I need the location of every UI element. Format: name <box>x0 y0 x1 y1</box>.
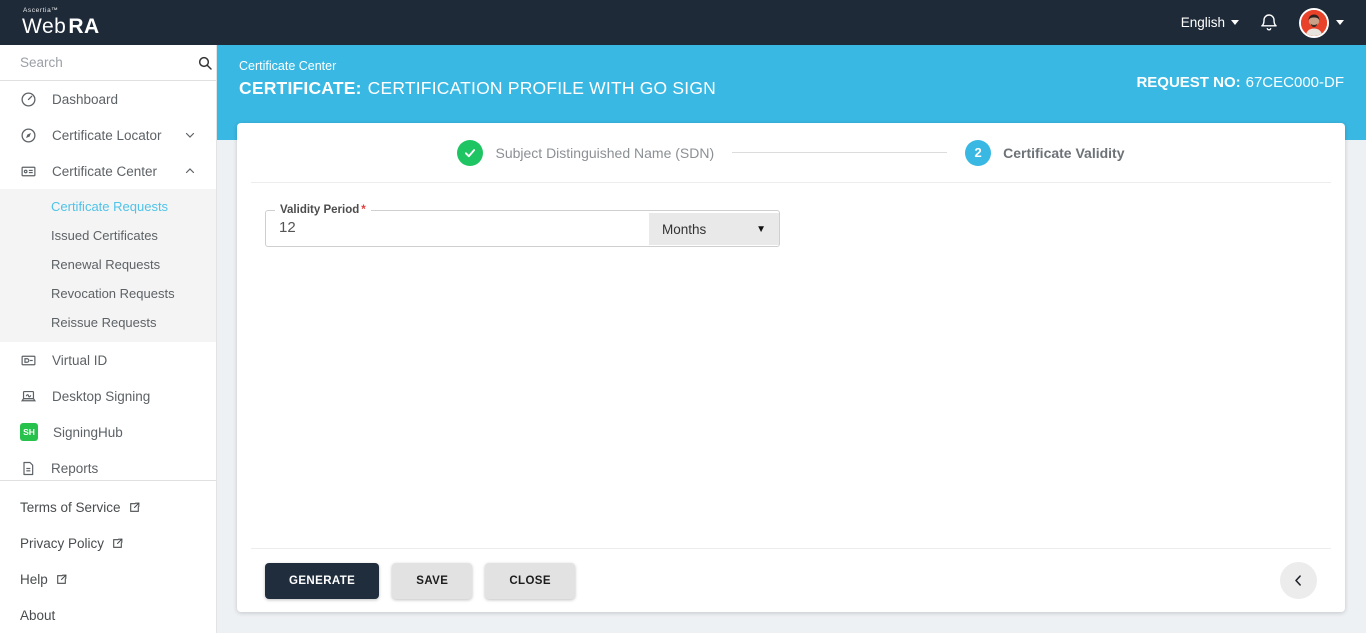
validity-field-row: Months ▼ <box>266 213 779 246</box>
step-complete-check-icon <box>457 139 484 166</box>
badge-card-icon <box>20 163 37 180</box>
page-title-text: CERTIFICATION PROFILE WITH GO SIGN <box>367 78 717 98</box>
action-bar: GENERATE SAVE CLOSE <box>251 548 1331 612</box>
language-selector[interactable]: English <box>1181 15 1239 30</box>
app-logo[interactable]: Ascertia™ WebRA <box>22 6 100 39</box>
chevron-down-icon <box>184 129 196 141</box>
signinghub-icon: SH <box>20 423 38 441</box>
dropdown-caret-icon: ▼ <box>756 223 766 235</box>
brand-company: Ascertia™ <box>23 6 59 14</box>
page-title: CERTIFICATE: CERTIFICATION PROFILE WITH G… <box>239 78 716 99</box>
step-sdn[interactable]: Subject Distinguished Name (SDN) <box>457 139 715 166</box>
request-number-label: REQUEST NO: <box>1136 74 1241 91</box>
about-link[interactable]: About <box>0 597 216 633</box>
user-menu[interactable] <box>1299 7 1344 38</box>
submenu-item-issued-certificates[interactable]: Issued Certificates <box>0 221 216 250</box>
stepper: Subject Distinguished Name (SDN) 2 Certi… <box>251 123 1331 183</box>
external-link-icon <box>128 501 141 514</box>
sidebar-item-virtual-id[interactable]: Virtual ID <box>0 342 216 378</box>
step-label: Certificate Validity <box>1003 144 1125 161</box>
close-button[interactable]: CLOSE <box>485 562 575 599</box>
id-card-icon <box>20 352 37 369</box>
submenu-item-reissue-requests[interactable]: Reissue Requests <box>0 308 216 337</box>
terms-of-service-link[interactable]: Terms of Service <box>0 489 216 525</box>
submenu-item-revocation-requests[interactable]: Revocation Requests <box>0 279 216 308</box>
laptop-sign-icon <box>20 388 37 405</box>
step-number-badge: 2 <box>965 139 992 166</box>
sidebar-search <box>0 45 216 81</box>
sidebar-nav: Dashboard Certificate Locator Certificat… <box>0 81 216 480</box>
topbar: Ascertia™ WebRA English <box>0 0 1366 45</box>
privacy-policy-link[interactable]: Privacy Policy <box>0 525 216 561</box>
sidebar-item-label: Certificate Locator <box>52 127 162 143</box>
main-content: Certificate Center CERTIFICATE: CERTIFICA… <box>217 45 1366 633</box>
external-link-icon <box>111 537 124 550</box>
sidebar-item-label: Virtual ID <box>52 352 108 368</box>
sidebar-item-certificate-center[interactable]: Certificate Center <box>0 153 216 189</box>
certificate-center-submenu: Certificate Requests Issued Certificates… <box>0 189 216 342</box>
sidebar-item-label: Certificate Center <box>52 163 158 179</box>
avatar <box>1299 7 1329 38</box>
validity-unit-value: Months <box>662 221 707 237</box>
search-input[interactable] <box>20 55 197 70</box>
sidebar-item-desktop-signing[interactable]: Desktop Signing <box>0 378 216 414</box>
sidebar-item-label: Dashboard <box>52 91 119 107</box>
sidebar: Dashboard Certificate Locator <box>0 45 217 633</box>
validity-period-input[interactable] <box>266 213 649 246</box>
submenu-item-renewal-requests[interactable]: Renewal Requests <box>0 250 216 279</box>
chevron-left-icon <box>1291 573 1306 588</box>
notifications-bell-icon[interactable] <box>1259 12 1279 33</box>
document-icon <box>20 460 36 477</box>
search-icon[interactable] <box>197 55 213 71</box>
breadcrumb: Certificate Center <box>239 59 337 73</box>
sidebar-item-label: Reports <box>51 460 99 476</box>
page-title-prefix: CERTIFICATE: <box>239 78 362 98</box>
language-label: English <box>1180 15 1225 30</box>
topbar-right: English <box>1181 7 1344 38</box>
validity-form: Validity Period* Months ▼ <box>237 183 1345 268</box>
generate-button[interactable]: GENERATE <box>265 562 380 599</box>
card-spacer <box>237 268 1345 548</box>
submenu-item-certificate-requests[interactable]: Certificate Requests <box>0 192 216 221</box>
step-label: Subject Distinguished Name (SDN) <box>495 144 715 161</box>
chevron-down-icon <box>1336 20 1344 25</box>
chevron-down-icon <box>1231 20 1239 25</box>
validity-unit-select[interactable]: Months ▼ <box>649 213 779 245</box>
sidebar-item-signinghub[interactable]: SH SigningHub <box>0 414 216 450</box>
chevron-up-icon <box>184 165 196 177</box>
help-link[interactable]: Help <box>0 561 216 597</box>
external-link-icon <box>55 573 68 586</box>
sidebar-item-label: Desktop Signing <box>52 388 151 404</box>
step-connector <box>732 152 948 153</box>
compass-icon <box>20 127 37 144</box>
sidebar-item-dashboard[interactable]: Dashboard <box>0 81 216 117</box>
validity-period-field: Validity Period* Months ▼ <box>265 204 780 247</box>
sidebar-item-reports[interactable]: Reports <box>0 450 216 480</box>
wizard-card: Subject Distinguished Name (SDN) 2 Certi… <box>237 123 1345 612</box>
brand-product: WebRA <box>22 15 100 39</box>
sidebar-footer: Terms of Service Privacy Policy Help Abo… <box>0 480 216 633</box>
save-button[interactable]: SAVE <box>392 562 473 599</box>
sidebar-item-label: SigningHub <box>53 424 123 440</box>
sidebar-item-certificate-locator[interactable]: Certificate Locator <box>0 117 216 153</box>
step-certificate-validity[interactable]: 2 Certificate Validity <box>965 139 1125 166</box>
dashboard-gauge-icon <box>20 91 37 108</box>
request-number-value: 67CEC000-DF <box>1245 74 1344 91</box>
previous-step-button[interactable] <box>1280 562 1317 599</box>
